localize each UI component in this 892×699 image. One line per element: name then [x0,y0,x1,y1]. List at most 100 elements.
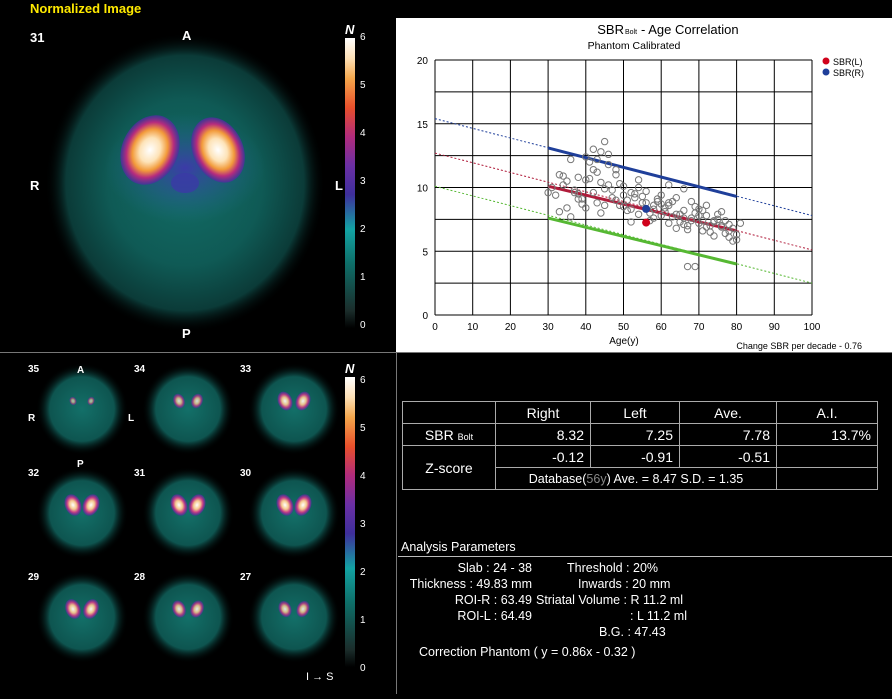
param-roi-l: ROI-L : 64.49 [457,609,532,623]
colorbar-tick: 3 [360,519,366,530]
thumbnail-brain [36,467,128,559]
colorbar-tick: 2 [360,224,366,235]
sbr-label: SBR [424,426,454,443]
sbr-left-value: 7.25 [590,423,680,446]
thumbnail-brain [142,363,234,455]
database-point [710,232,718,240]
database-point [725,220,733,229]
sbr-ai-value: 13.7% [776,423,878,446]
database-point [665,219,673,227]
thumbnail-brain [36,363,128,455]
orientation-right: R [30,178,40,193]
param-thickness: Thickness : 49.83 mm [409,577,532,591]
database-point [634,210,643,218]
y-tick-label: 20 [417,56,429,67]
x-tick-label: 100 [804,322,821,333]
database-point [559,172,567,180]
thumbnail-panel[interactable]: A P R L 35 34 33 32 31 30 29 28 27 N 6 5 4 3 2 1… [0,353,396,694]
colorbar-ticks: 6 5 4 3 2 1 0 [360,32,380,332]
database-prefix: Database( [528,471,587,486]
param-threshold: Threshold : 20% [567,561,659,575]
database-point [597,178,605,187]
chart-xlabel: Age(y) [609,336,638,347]
chart-title-rest: - Age Correlation [641,22,739,37]
database-age: 56y [586,471,607,486]
colorbar-tick: 3 [360,176,366,187]
thumbnail-brain [142,467,234,559]
chart-grid [434,59,813,316]
colorbar-tick: 5 [360,423,366,434]
param-striatal-l: : L 11.2 ml [630,609,687,623]
panel-title: Normalized Image [30,1,142,16]
thumb-colorbar-label: N [345,361,355,376]
zscore-row-label: Z-score [402,445,496,490]
thumbnail-grid [36,363,340,663]
main-image-panel[interactable]: 31 A P R L N 6 5 4 3 2 1 0 [0,18,396,352]
thumbnail-slice[interactable] [248,363,340,455]
database-point [555,171,564,179]
database-point [585,174,594,183]
database-point [551,191,560,199]
database-point [600,185,609,193]
slice-direction-label: I → S [306,671,334,683]
x-tick-label: 60 [656,322,668,333]
thumbnail-slice[interactable] [142,571,234,663]
thumbnail-slice[interactable] [36,467,128,559]
param-roi-r: ROI-R : 63.49 [454,593,532,607]
z-right-value: -0.12 [495,445,591,468]
database-point [567,155,575,164]
thumbnail-slice[interactable] [248,571,340,663]
database-point [668,197,677,206]
thumbnail-slice-number: 35 [28,364,40,375]
database-point [706,228,714,236]
thumbnail-slice-number: 34 [134,364,146,375]
orientation-left: L [335,178,343,193]
thumbnail-slice[interactable] [36,571,128,663]
sbr-age-chart: SBR Bolt - Age Correlation Phantom Calib… [396,18,892,352]
database-point [597,209,605,217]
thumbnail-slice[interactable] [36,363,128,455]
orientation-posterior: P [182,326,191,341]
legend-label: SBR(R) [833,68,864,78]
thumbnail-brain [248,467,340,559]
series-point [642,204,651,213]
colorbar-tick: 2 [360,567,366,578]
header-left: Left [590,401,680,424]
legend-marker [822,57,830,65]
thumbnail-slice[interactable] [248,467,340,559]
chart-subtitle: Phantom Calibrated [588,40,681,52]
x-tick-label: 40 [580,322,592,333]
thumbnail-slice[interactable] [142,363,234,455]
chart-svg: SBR Bolt - Age Correlation Phantom Calib… [417,22,864,351]
thumb-colorbar [345,377,355,667]
x-tick-label: 0 [432,322,438,333]
database-point [589,145,598,153]
colorbar-tick: 6 [360,32,366,43]
thumbnail-slice-number: 28 [134,572,146,583]
header-ai: A.I. [776,401,878,424]
thumbnail-slice-number: 32 [28,468,40,479]
analysis-parameters-panel: Analysis Parameters Slab : 24 - 38 Thick… [398,538,892,694]
thumb-colorbar-ticks: 6 5 4 3 2 1 0 [360,375,380,675]
database-suffix: ) Ave. = 8.47 S.D. = 1.35 [606,471,744,486]
y-tick-label: 10 [417,184,429,195]
x-tick-label: 10 [467,322,479,333]
thumbnail-slice[interactable] [142,467,234,559]
header-ave: Ave. [679,401,777,424]
thumbnail-slice-number: 31 [134,468,146,479]
thumbnail-brain [248,571,340,663]
database-info: Database(56y) Ave. = 8.47 S.D. = 1.35 [495,467,777,490]
database-point [574,173,582,182]
database-point [725,233,733,241]
z-ave-value: -0.51 [679,445,777,468]
thumbnail-slice-number: 33 [240,364,252,375]
thumbnail-slice-number: 30 [240,468,252,479]
database-point [623,206,631,215]
database-point [672,194,680,202]
orientation-anterior: A [182,28,192,43]
analysis-divider [398,556,892,557]
chart-title-main: SBR [597,22,624,37]
slice-number-label: 31 [30,30,45,45]
database-point [600,201,609,210]
thumb-orientation-anterior: A [77,365,85,376]
